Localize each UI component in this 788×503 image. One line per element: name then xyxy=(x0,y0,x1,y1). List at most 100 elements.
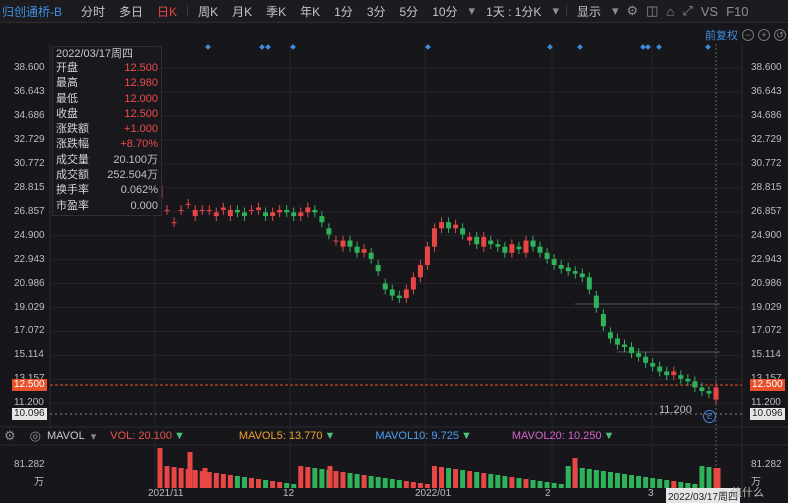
volume-bar xyxy=(629,475,635,488)
volume-bar xyxy=(530,480,536,488)
candle-body xyxy=(692,381,698,388)
volume-bar xyxy=(558,484,564,488)
eye-icon[interactable]: ◎ xyxy=(30,428,41,444)
volume-bar xyxy=(256,479,262,488)
volume-bar xyxy=(164,466,170,488)
volume-bar xyxy=(453,469,459,488)
zoom-out-icon[interactable]: − xyxy=(742,29,754,41)
volume-bar xyxy=(650,478,656,488)
price-axis-tick: 20.986 xyxy=(751,277,782,289)
volume-bar xyxy=(715,468,721,488)
vol-value: VOL: 20.100 xyxy=(110,430,173,442)
candle-body xyxy=(206,209,212,211)
info-value: +8.70% xyxy=(120,138,158,151)
volume-bar xyxy=(488,474,494,488)
info-value: 0.000 xyxy=(130,199,158,212)
info-row: 开盘 12.500 xyxy=(53,61,161,76)
info-value: 0.062% xyxy=(120,184,158,197)
candle-body xyxy=(354,246,360,253)
candle-body xyxy=(586,277,592,290)
info-value: 20.100万 xyxy=(113,153,158,166)
volume-bar xyxy=(607,472,613,488)
reset-icon[interactable]: ↺ xyxy=(774,29,786,41)
volume-header: ⚙ ◎ MAVOL ▾ VOL: 20.100 ▼ MAVOL5: 13.770… xyxy=(4,428,740,444)
price-axis-tick: 11.200 xyxy=(751,397,781,409)
volume-bar xyxy=(403,481,409,488)
volume-bar xyxy=(382,478,388,488)
price-axis-tick: 24.900 xyxy=(751,229,782,241)
candle-body xyxy=(396,295,402,299)
low-price-tag-right: 10.096 xyxy=(750,408,785,420)
candle-body xyxy=(664,371,670,376)
current-price-tag-left: 12.500 xyxy=(12,379,47,391)
info-label: 涨跌幅 xyxy=(56,138,89,151)
event-marker-icon xyxy=(577,44,583,50)
date-label: 2022/01 xyxy=(415,488,452,499)
info-label: 最低 xyxy=(56,92,78,105)
down-arrow-icon: ▼ xyxy=(603,430,615,442)
event-marker-icon xyxy=(265,44,271,50)
info-label: 涨跌额 xyxy=(56,123,89,136)
price-axis-tick: 24.900 xyxy=(14,229,45,241)
event-marker-icon xyxy=(290,44,296,50)
candle-body xyxy=(593,295,599,308)
candle-body xyxy=(403,289,409,299)
volume-bar xyxy=(270,481,276,488)
volume-bar xyxy=(537,481,543,488)
volume-bar xyxy=(368,476,374,488)
volume-bar xyxy=(699,466,705,488)
info-date: 2022/03/17周四 xyxy=(56,48,134,60)
volume-bar xyxy=(319,469,325,488)
price-axis-tick: 17.072 xyxy=(14,325,45,337)
candle-body xyxy=(467,236,473,241)
volume-bar xyxy=(460,470,466,488)
info-value: 12.000 xyxy=(124,92,158,105)
zoom-in-icon[interactable]: + xyxy=(758,29,770,41)
info-label: 市盈率 xyxy=(56,199,89,212)
fuquan-toggle[interactable]: 前复权 xyxy=(705,27,738,43)
candle-body xyxy=(678,375,684,379)
candle-body xyxy=(523,240,529,253)
volume-bar xyxy=(340,472,346,488)
cursor-date-label: 2022/03/17周四 xyxy=(666,488,741,503)
volume-bar xyxy=(327,466,333,488)
volume-bar xyxy=(333,471,339,488)
candle-body xyxy=(431,228,437,247)
candle-body xyxy=(368,252,374,259)
candle-body xyxy=(579,273,585,278)
volume-bar xyxy=(241,477,247,488)
info-value: 252.504万 xyxy=(107,169,158,182)
volume-bar xyxy=(446,468,452,488)
volume-indicator-name[interactable]: MAVOL xyxy=(47,430,85,442)
volume-bar xyxy=(600,471,606,488)
info-value: 12.500 xyxy=(124,107,158,120)
candle-body xyxy=(277,209,283,213)
candle-body xyxy=(685,378,691,382)
low-price-tag-left: 10.096 xyxy=(12,408,47,420)
event-badge[interactable]: E xyxy=(703,410,716,423)
volume-bar xyxy=(614,473,620,488)
event-marker-icon xyxy=(645,44,651,50)
date-label: 3 xyxy=(648,488,654,499)
event-marker-icon xyxy=(656,44,662,50)
volume-bar xyxy=(579,468,585,488)
candle-body xyxy=(248,209,254,211)
chevron-down-icon[interactable]: ▾ xyxy=(91,430,97,443)
date-label: 2021/11 xyxy=(148,488,184,499)
candle-body xyxy=(607,332,613,339)
volume-bar xyxy=(565,466,571,488)
volume-bar xyxy=(171,467,177,488)
candle-body xyxy=(699,387,705,392)
candle-body xyxy=(481,236,487,247)
mavol20-value: MAVOL20: 10.250 xyxy=(511,430,602,442)
volume-bar xyxy=(643,477,649,488)
candle-body xyxy=(544,252,550,259)
volume-bar xyxy=(439,467,445,488)
candle-body xyxy=(558,265,564,269)
volume-bar xyxy=(202,468,208,488)
info-row: 涨跌额 +1.000 xyxy=(53,122,161,137)
price-axis-tick: 17.072 xyxy=(751,325,782,337)
volume-bar xyxy=(263,480,269,488)
settings-icon[interactable]: ⚙ xyxy=(4,428,16,444)
down-arrow-icon: ▼ xyxy=(174,430,185,442)
